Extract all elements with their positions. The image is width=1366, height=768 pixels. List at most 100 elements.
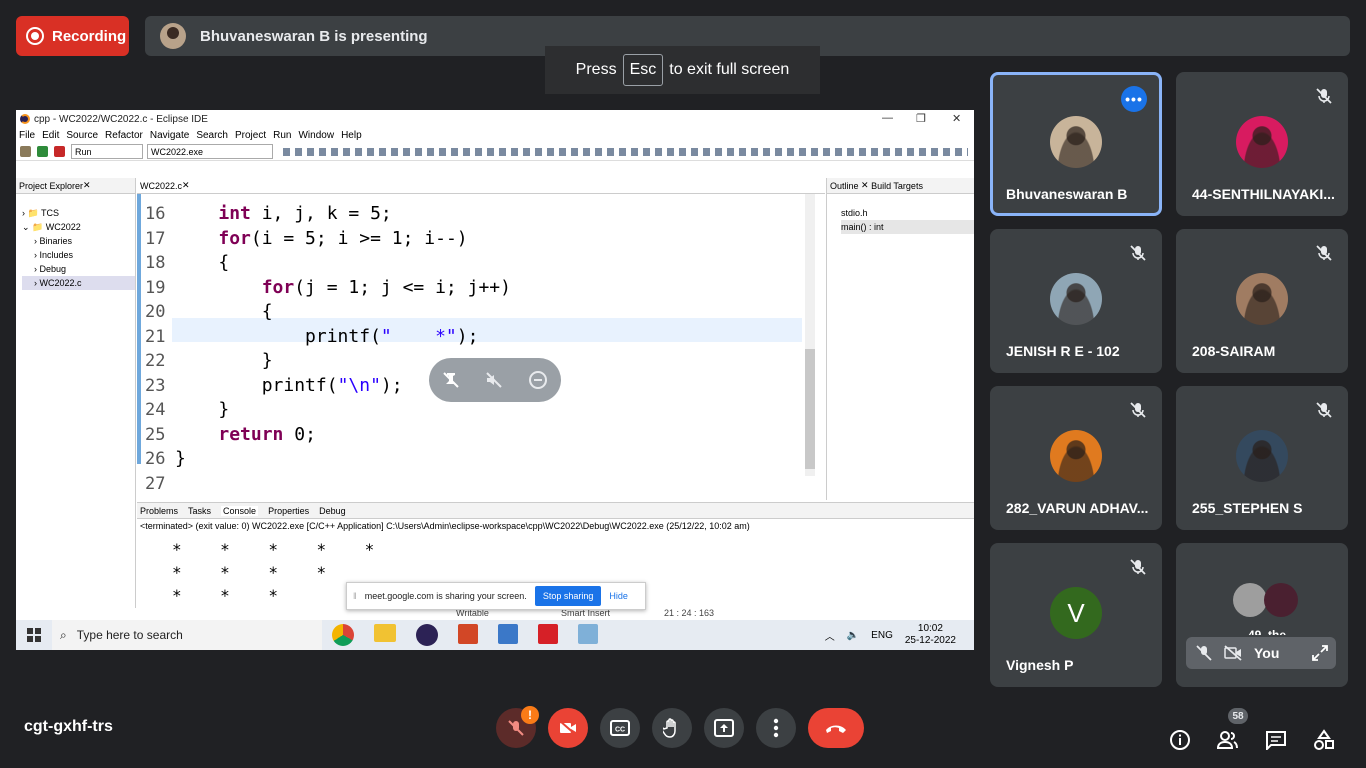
expand-icon[interactable] bbox=[1312, 645, 1328, 661]
eclipse-app-icon[interactable] bbox=[416, 624, 438, 646]
more-options-button[interactable] bbox=[756, 708, 796, 748]
notepad-icon[interactable] bbox=[578, 624, 598, 644]
participant-name: Bhuvaneswaran B bbox=[1006, 186, 1128, 202]
tab-console[interactable]: Console bbox=[221, 505, 259, 516]
code-line[interactable]: 21 printf(" *"); bbox=[145, 325, 805, 350]
windows-start-icon[interactable] bbox=[16, 628, 52, 642]
code-line[interactable]: 18 { bbox=[145, 251, 805, 276]
taskbar-search[interactable]: ⌕ Type here to search bbox=[52, 620, 322, 650]
participant-tile[interactable]: 44-SENTHILNAYAKI... bbox=[1176, 72, 1348, 216]
toolbar-icons[interactable] bbox=[283, 147, 968, 156]
menu-refactor[interactable]: Refactor bbox=[105, 130, 143, 141]
participant-tile[interactable]: 255_STEPHEN S bbox=[1176, 386, 1348, 530]
mic-off-icon[interactable] bbox=[1196, 645, 1212, 661]
code-line[interactable]: 17 for(i = 5; i >= 1; i--) bbox=[145, 227, 805, 252]
participant-tile[interactable]: 49_the You bbox=[1176, 543, 1348, 687]
participant-tile[interactable]: 208-SAIRAM bbox=[1176, 229, 1348, 373]
pin-off-icon[interactable] bbox=[442, 371, 460, 389]
tab-problems[interactable]: Problems bbox=[140, 506, 178, 516]
run-icon[interactable] bbox=[37, 146, 48, 157]
close-icon[interactable]: ✕ bbox=[952, 112, 961, 125]
participant-tile[interactable]: V Vignesh P bbox=[990, 543, 1162, 687]
volume-off-icon[interactable] bbox=[485, 371, 503, 389]
outline-item-main[interactable]: main() : int bbox=[841, 220, 974, 234]
recording-label: Recording bbox=[52, 27, 127, 45]
tab-properties[interactable]: Properties bbox=[268, 506, 309, 516]
captions-icon: CC bbox=[610, 720, 630, 736]
build-icon[interactable] bbox=[20, 146, 31, 157]
meeting-info-button[interactable] bbox=[1168, 728, 1192, 752]
mic-toggle-button[interactable]: ! bbox=[496, 706, 539, 748]
tree-item-tcs[interactable]: › 📁 TCS bbox=[22, 206, 135, 220]
tray-clock[interactable]: 10:02 25-12-2022 bbox=[905, 623, 956, 647]
tree-item-debug[interactable]: › Debug bbox=[22, 262, 135, 276]
camera-off-icon[interactable] bbox=[1224, 645, 1242, 661]
outline-item-stdio[interactable]: stdio.h bbox=[841, 206, 974, 220]
participant-partial-name: 49_the bbox=[1248, 629, 1286, 635]
chrome-icon[interactable] bbox=[332, 624, 354, 646]
launch-target-select[interactable]: WC2022.exe bbox=[147, 144, 273, 159]
camera-toggle-button[interactable] bbox=[548, 708, 588, 748]
code-area[interactable]: 16 int i, j, k = 5; 17 for(i = 5; i >= 1;… bbox=[145, 202, 805, 496]
remove-icon[interactable] bbox=[528, 370, 548, 390]
stop-sharing-button[interactable]: Stop sharing bbox=[534, 586, 602, 606]
acrobat-icon[interactable] bbox=[538, 624, 558, 644]
menu-project[interactable]: Project bbox=[235, 130, 266, 141]
leave-call-button[interactable] bbox=[808, 708, 864, 748]
project-explorer-tab[interactable]: Project Explorer ✕ bbox=[16, 178, 135, 194]
menu-edit[interactable]: Edit bbox=[42, 130, 59, 141]
code-line[interactable]: 19 for(j = 1; j <= i; j++) bbox=[145, 276, 805, 301]
menu-navigate[interactable]: Navigate bbox=[150, 130, 189, 141]
participant-name: 282_VARUN ADHAV... bbox=[1006, 500, 1149, 516]
chat-button[interactable] bbox=[1264, 728, 1288, 752]
menu-run[interactable]: Run bbox=[273, 130, 291, 141]
editor-tab[interactable]: WC2022.c ✕ bbox=[137, 178, 825, 194]
tray-language[interactable]: ENG bbox=[871, 630, 893, 641]
app-icon[interactable] bbox=[498, 624, 518, 644]
menu-source[interactable]: Source bbox=[66, 130, 98, 141]
floating-controls bbox=[429, 358, 561, 402]
participant-tile[interactable]: 282_VARUN ADHAV... bbox=[990, 386, 1162, 530]
editor-panel[interactable]: WC2022.c ✕ 16 int i, j, k = 5; 17 for(i =… bbox=[137, 178, 825, 500]
code-line[interactable]: 26} bbox=[145, 447, 805, 472]
editor-scrollbar[interactable] bbox=[805, 194, 815, 476]
recording-indicator[interactable]: Recording bbox=[16, 16, 129, 56]
participant-tile[interactable]: JENISH R E - 102 bbox=[990, 229, 1162, 373]
present-button[interactable] bbox=[704, 708, 744, 748]
tree-item-wc2022[interactable]: ⌄ 📁 WC2022 bbox=[22, 220, 135, 234]
code-line[interactable]: 16 int i, j, k = 5; bbox=[145, 202, 805, 227]
people-button[interactable]: 58 bbox=[1216, 708, 1248, 752]
code-line[interactable]: 20 { bbox=[145, 300, 805, 325]
menu-help[interactable]: Help bbox=[341, 130, 362, 141]
launch-mode-select[interactable]: Run bbox=[71, 144, 143, 159]
activities-button[interactable] bbox=[1312, 728, 1336, 752]
file-explorer-icon[interactable] bbox=[374, 624, 396, 642]
stop-icon[interactable] bbox=[54, 146, 65, 157]
tree-item-binaries[interactable]: › Binaries bbox=[22, 234, 135, 248]
restore-icon[interactable]: ❐ bbox=[916, 112, 926, 125]
tab-debug[interactable]: Debug bbox=[319, 506, 346, 516]
drag-handle-icon[interactable]: ‖ bbox=[353, 591, 357, 601]
line-number: 22 bbox=[145, 351, 166, 371]
tree-item-wc2022c[interactable]: › WC2022.c bbox=[22, 276, 135, 290]
tree-item-includes[interactable]: › Includes bbox=[22, 248, 135, 262]
menu-window[interactable]: Window bbox=[298, 130, 334, 141]
raise-hand-button[interactable] bbox=[652, 708, 692, 748]
tray-expand-icon[interactable]: ︿ bbox=[825, 628, 835, 643]
hide-notice-button[interactable]: Hide bbox=[609, 591, 628, 601]
captions-button[interactable]: CC bbox=[600, 708, 640, 748]
tab-tasks[interactable]: Tasks bbox=[188, 506, 211, 516]
powerpoint-icon[interactable] bbox=[458, 624, 478, 644]
volume-icon[interactable]: 🔈 bbox=[847, 630, 859, 641]
code-line[interactable]: 25 return 0; bbox=[145, 423, 805, 448]
code-line[interactable]: 27 bbox=[145, 472, 805, 497]
menu-file[interactable]: File bbox=[19, 130, 35, 141]
minimize-icon[interactable]: — bbox=[882, 112, 893, 124]
people-icon bbox=[1216, 731, 1238, 749]
more-options-icon[interactable]: ••• bbox=[1121, 86, 1147, 112]
outline-tabs[interactable]: Outline ✕ Build Targets bbox=[827, 178, 974, 194]
line-number: 24 bbox=[145, 400, 166, 420]
participant-tile[interactable]: Bhuvaneswaran B ••• bbox=[990, 72, 1162, 216]
menu-search[interactable]: Search bbox=[196, 130, 228, 141]
project-explorer-panel: Project Explorer ✕ › 📁 TCS ⌄ 📁 WC2022 › … bbox=[16, 178, 136, 608]
